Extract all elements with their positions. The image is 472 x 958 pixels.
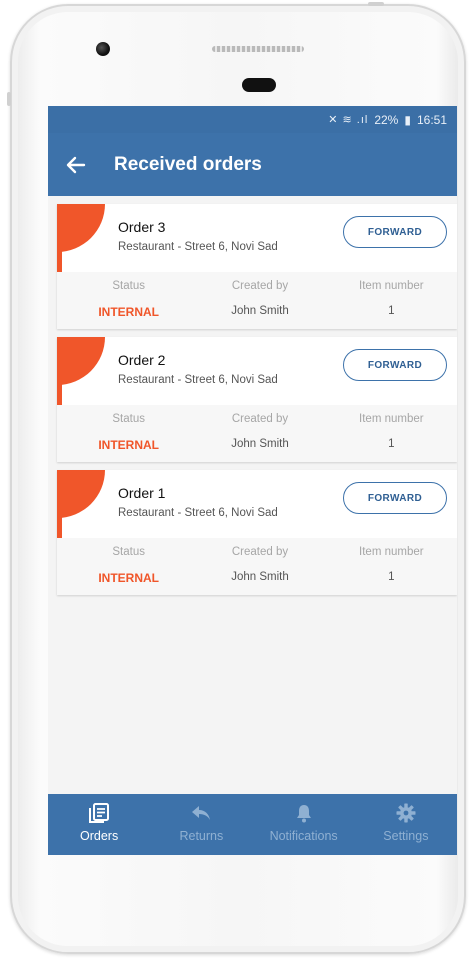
order-location: Restaurant - Street 6, Novi Sad — [118, 241, 278, 253]
gear-icon — [396, 802, 416, 824]
order-card[interactable]: Order 2 Restaurant - Street 6, Novi Sad … — [57, 337, 457, 462]
item-number-column: Item number 1 — [326, 405, 457, 462]
order-card[interactable]: Order 3 Restaurant - Street 6, Novi Sad … — [57, 204, 457, 329]
forward-button[interactable]: FORWARD — [343, 349, 447, 381]
nav-orders[interactable]: Orders — [48, 794, 150, 855]
created-by-label: Created by — [231, 280, 289, 292]
orders-list: Order 3 Restaurant - Street 6, Novi Sad … — [48, 196, 457, 595]
created-by-value: John Smith — [231, 571, 289, 583]
forward-button[interactable]: FORWARD — [343, 216, 447, 248]
status-label: Status — [112, 280, 145, 292]
page-title: Received orders — [114, 153, 262, 175]
created-by-label: Created by — [231, 546, 289, 558]
item-number-label: Item number — [359, 413, 424, 425]
front-camera — [96, 42, 110, 56]
order-info-row: Status INTERNAL Created by John Smith It… — [57, 272, 457, 329]
bell-icon — [295, 802, 313, 824]
app-bar: Received orders — [48, 133, 457, 196]
nav-returns-label: Returns — [179, 829, 224, 843]
order-location: Restaurant - Street 6, Novi Sad — [118, 507, 278, 519]
item-number-value: 1 — [388, 438, 395, 450]
status-value: INTERNAL — [98, 571, 159, 585]
status-bar: ✕ ≋ .ıl 22% ▮ 16:51 — [48, 106, 457, 133]
created-by-value: John Smith — [231, 438, 289, 450]
status-value: INTERNAL — [98, 438, 159, 452]
item-number-label: Item number — [359, 280, 424, 292]
back-button[interactable] — [48, 133, 104, 196]
orders-icon — [88, 802, 110, 824]
created-by-column: Created by John Smith — [194, 538, 325, 595]
order-info-row: Status INTERNAL Created by John Smith It… — [57, 405, 457, 462]
order-card[interactable]: Order 1 Restaurant - Street 6, Novi Sad … — [57, 470, 457, 595]
order-location: Restaurant - Street 6, Novi Sad — [118, 374, 278, 386]
battery-icon: ▮ — [404, 112, 411, 127]
signal-icons: ✕ ≋ .ıl — [328, 114, 369, 126]
nav-notifications-label: Notifications — [269, 829, 338, 843]
order-title: Order 1 — [118, 485, 166, 501]
status-label: Status — [112, 546, 145, 558]
item-number-value: 1 — [388, 305, 395, 317]
created-by-value: John Smith — [231, 305, 289, 317]
forward-button[interactable]: FORWARD — [343, 482, 447, 514]
battery-percentage: 22% — [374, 112, 399, 127]
phone-frame: ✕ ≋ .ıl 22% ▮ 16:51 Received orders Orde… — [7, 2, 466, 954]
item-number-column: Item number 1 — [326, 538, 457, 595]
nav-notifications[interactable]: Notifications — [253, 794, 355, 855]
created-by-label: Created by — [231, 413, 289, 425]
item-number-label: Item number — [359, 546, 424, 558]
card-corner-decoration — [57, 470, 105, 518]
reply-icon — [190, 802, 212, 824]
order-title: Order 3 — [118, 219, 166, 235]
power-button — [368, 2, 384, 6]
item-number-value: 1 — [388, 571, 395, 583]
nav-settings[interactable]: Settings — [355, 794, 457, 855]
volume-button — [7, 92, 11, 106]
status-column: Status INTERNAL — [57, 272, 194, 329]
card-corner-decoration — [57, 337, 105, 385]
card-corner-decoration — [57, 204, 105, 252]
proximity-sensor — [242, 78, 276, 92]
nav-returns[interactable]: Returns — [150, 794, 252, 855]
nav-orders-label: Orders — [80, 829, 119, 843]
created-by-column: Created by John Smith — [194, 405, 325, 462]
order-title: Order 2 — [118, 352, 166, 368]
earpiece-speaker — [212, 46, 304, 52]
nav-settings-label: Settings — [383, 829, 429, 843]
order-info-row: Status INTERNAL Created by John Smith It… — [57, 538, 457, 595]
screen: ✕ ≋ .ıl 22% ▮ 16:51 Received orders Orde… — [48, 106, 457, 855]
clock: 16:51 — [416, 112, 447, 127]
status-value: INTERNAL — [98, 305, 159, 319]
arrow-left-icon — [66, 156, 86, 173]
status-label: Status — [112, 413, 145, 425]
item-number-column: Item number 1 — [326, 272, 457, 329]
status-column: Status INTERNAL — [57, 538, 194, 595]
created-by-column: Created by John Smith — [194, 272, 325, 329]
bottom-navigation: Orders Returns Notifications Settings — [48, 794, 457, 855]
status-column: Status INTERNAL — [57, 405, 194, 462]
